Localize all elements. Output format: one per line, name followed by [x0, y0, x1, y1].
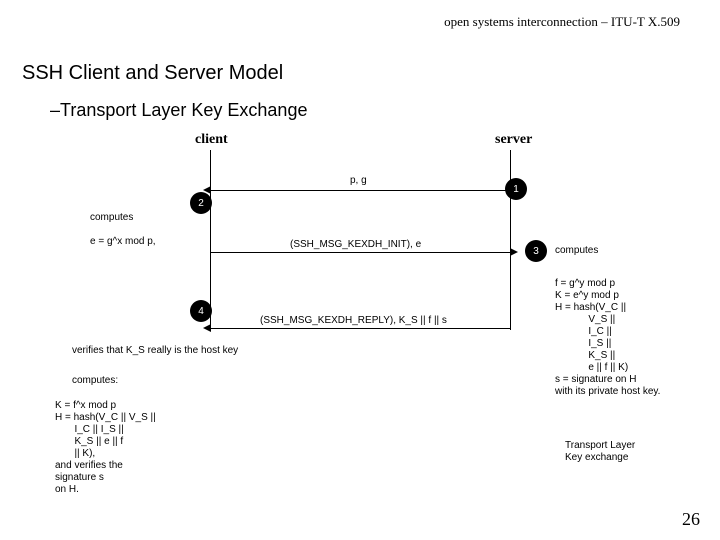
page-subtitle: Transport Layer Key Exchange — [60, 100, 307, 121]
server-label: server — [495, 132, 532, 148]
step-1-num: 1 — [513, 184, 519, 195]
subtitle-dash: – — [50, 100, 60, 121]
client-label: client — [195, 132, 228, 148]
client-compute-block: K = f^x mod p H = hash(V_C || V_S || I_C… — [55, 400, 156, 496]
header-right: open systems interconnection – ITU-T X.5… — [444, 14, 680, 30]
step-3-dot: 3 — [525, 240, 547, 262]
page-number: 26 — [682, 509, 700, 530]
msg-2-label: (SSH_MSG_KEXDH_INIT), e — [290, 239, 421, 250]
server-lifeline — [510, 150, 511, 330]
page-title: SSH Client and Server Model — [22, 62, 283, 85]
arrow-2 — [210, 252, 510, 253]
step-3-num: 3 — [533, 246, 539, 257]
client-computes-label: computes: — [72, 375, 118, 387]
step-2-dot: 2 — [190, 192, 212, 214]
step-2-num: 2 — [198, 198, 204, 209]
server-computes-label: computes — [555, 245, 598, 257]
server-compute-block: f = g^y mod p K = e^y mod p H = hash(V_C… — [555, 278, 660, 398]
client-lifeline — [210, 150, 211, 330]
arrow-3-head — [203, 324, 211, 332]
msg-3-label: (SSH_MSG_KEXDH_REPLY), K_S || f || s — [260, 315, 447, 326]
client-verify-note: verifies that K_S really is the host key — [72, 345, 238, 357]
arrow-3 — [210, 328, 510, 329]
client-compute-e: computes e = g^x mod p, — [90, 212, 156, 248]
arrow-2-head — [510, 248, 518, 256]
step-4-dot: 4 — [190, 300, 212, 322]
arrow-1 — [210, 190, 510, 191]
step-1-dot: 1 — [505, 178, 527, 200]
caption: Transport Layer Key exchange — [565, 440, 635, 464]
msg-1-label: p, g — [350, 175, 367, 186]
step-4-num: 4 — [198, 306, 204, 317]
